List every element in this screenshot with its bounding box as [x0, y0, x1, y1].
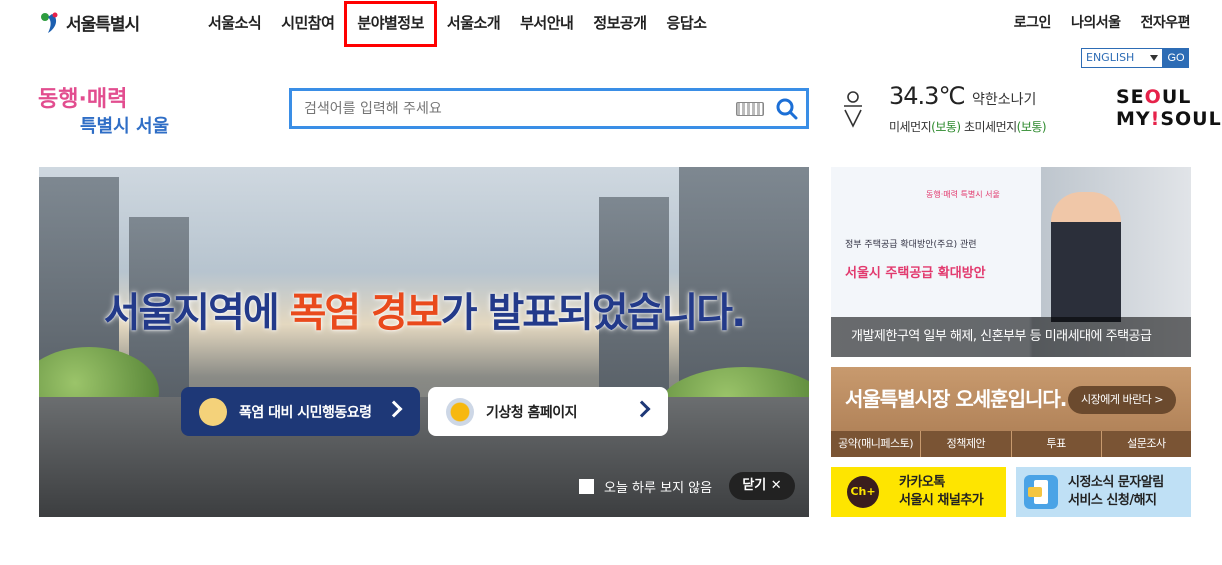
- tab-vote[interactable]: 투표: [1011, 431, 1102, 457]
- speaker-photo: [1051, 192, 1121, 322]
- tab-survey[interactable]: 설문조사: [1101, 431, 1191, 457]
- caret-down-icon: [1150, 55, 1158, 61]
- ultra-fine-dust-value: (보통): [1016, 120, 1047, 134]
- news-banner[interactable]: 동행·매력 특별시 서울 정부 주택공급 확대방안(주요) 관련 서울시 주택공…: [831, 167, 1191, 357]
- slogan-line1: 동행·매력: [38, 87, 127, 112]
- search-bar: [289, 88, 809, 129]
- brand-line2: MY!SOUL: [1116, 108, 1222, 130]
- sms-alert-banner[interactable]: 시정소식 문자알림 서비스 신청/해지: [1016, 467, 1191, 517]
- seoul-emblem-icon: [38, 11, 62, 35]
- mayor-title: 서울특별시장 오세훈입니다.: [845, 387, 1067, 411]
- sun-icon: [446, 397, 474, 426]
- mayor-panel: 서울특별시장 오세훈입니다. 시장에게 바란다 > 공약(매니페스토) 정책제안…: [831, 367, 1191, 457]
- heatwave-guide-button[interactable]: 폭염 대비 시민행동요령: [181, 387, 420, 436]
- nav-info-disclosure[interactable]: 정보공개: [583, 1, 656, 47]
- dust-info: 미세먼지(보통) 초미세먼지(보통): [889, 118, 1047, 135]
- road-image: [39, 397, 809, 517]
- phone-message-icon: [1024, 475, 1058, 509]
- search-icon[interactable]: [776, 98, 798, 120]
- presentation-screen-image: 동행·매력 특별시 서울 정부 주택공급 확대방안(주요) 관련 서울시 주택공…: [831, 167, 1041, 317]
- tab-policy-proposal[interactable]: 정책제안: [921, 431, 1012, 457]
- language-select[interactable]: ENGLISH: [1081, 48, 1163, 68]
- kakao-channel-banner[interactable]: Ch+ 카카오톡 서울시 채널추가: [831, 467, 1006, 517]
- slogan-line2: 특별시 서울: [80, 116, 169, 137]
- petition-mayor-button[interactable]: 시장에게 바란다 >: [1068, 386, 1176, 414]
- nav-seoul-intro[interactable]: 서울소개: [437, 1, 510, 47]
- search-input[interactable]: [304, 100, 736, 117]
- seoul-logo[interactable]: 서울특별시: [38, 10, 140, 35]
- heatwave-guide-label: 폭염 대비 시민행동요령: [239, 404, 372, 421]
- logo-text: 서울특별시: [66, 15, 140, 35]
- kma-homepage-button[interactable]: 기상청 홈페이지: [428, 387, 668, 436]
- kakao-channel-icon: Ch+: [847, 476, 879, 508]
- tab-manifesto[interactable]: 공약(매니페스토): [831, 431, 922, 457]
- main-navigation: 서울소식 시민참여 분야별정보 서울소개 부서안내 정보공개 응답소: [198, 0, 716, 48]
- weather-condition: 약한소나기: [972, 92, 1037, 108]
- nav-field-info[interactable]: 분야별정보: [344, 1, 437, 47]
- chevron-right-icon: [633, 400, 651, 418]
- slogan-logo[interactable]: 동행·매력 특별시 서울: [38, 82, 178, 138]
- language-selector: ENGLISH GO: [1081, 48, 1189, 68]
- email-link[interactable]: 전자우편: [1140, 12, 1190, 32]
- banner-close-button[interactable]: 닫기 ✕: [729, 472, 795, 500]
- ultra-fine-dust-label: 초미세먼지: [963, 120, 1017, 134]
- hero-title: 서울지역에 폭염 경보가 발표되었습니다.: [103, 290, 747, 336]
- nav-departments[interactable]: 부서안내: [510, 1, 583, 47]
- sms-text: 시정소식 문자알림 서비스 신청/해지: [1068, 475, 1164, 508]
- thermometer-icon: [199, 397, 227, 426]
- dont-show-checkbox[interactable]: [579, 479, 594, 494]
- language-go-button[interactable]: GO: [1163, 48, 1189, 68]
- temperature: 34.3℃: [889, 82, 965, 110]
- nav-response-center[interactable]: 응답소: [657, 1, 717, 47]
- my-seoul-link[interactable]: 나의서울: [1071, 12, 1121, 32]
- kakao-text: 카카오톡 서울시 채널추가: [899, 475, 984, 508]
- utility-links: 로그인 나의서울 전자우편: [1014, 12, 1191, 32]
- mayor-tabs: 공약(매니페스토) 정책제안 투표 설문조사: [831, 431, 1191, 457]
- brand-line1: SEOUL: [1116, 86, 1192, 108]
- fine-dust-value: (보통): [931, 120, 961, 134]
- fine-dust-label: 미세먼지: [889, 120, 932, 134]
- nav-seoul-news[interactable]: 서울소식: [198, 1, 271, 47]
- news-caption[interactable]: 개발제한구역 일부 해제, 신혼부부 등 미래세대에 주택공급: [831, 317, 1191, 357]
- kma-homepage-label: 기상청 홈페이지: [486, 404, 578, 421]
- virtual-keyboard-icon[interactable]: [736, 101, 764, 116]
- shower-weather-icon: [842, 90, 864, 128]
- language-selected: ENGLISH: [1086, 51, 1135, 64]
- weather-widget[interactable]: 34.3℃ 약한소나기 미세먼지(보통) 초미세먼지(보통): [842, 82, 1082, 138]
- heatwave-banner[interactable]: 서울지역에 폭염 경보가 발표되었습니다. 폭염 대비 시민행동요령 기상청 홈…: [39, 167, 809, 517]
- login-link[interactable]: 로그인: [1014, 12, 1052, 32]
- nav-citizen-participation[interactable]: 시민참여: [271, 1, 344, 47]
- dont-show-today[interactable]: 오늘 하루 보지 않음: [579, 477, 712, 496]
- chevron-right-icon: [385, 400, 403, 418]
- seoul-my-soul-logo[interactable]: SEOUL MY!SOUL: [1116, 86, 1222, 134]
- dont-show-label: 오늘 하루 보지 않음: [604, 481, 713, 496]
